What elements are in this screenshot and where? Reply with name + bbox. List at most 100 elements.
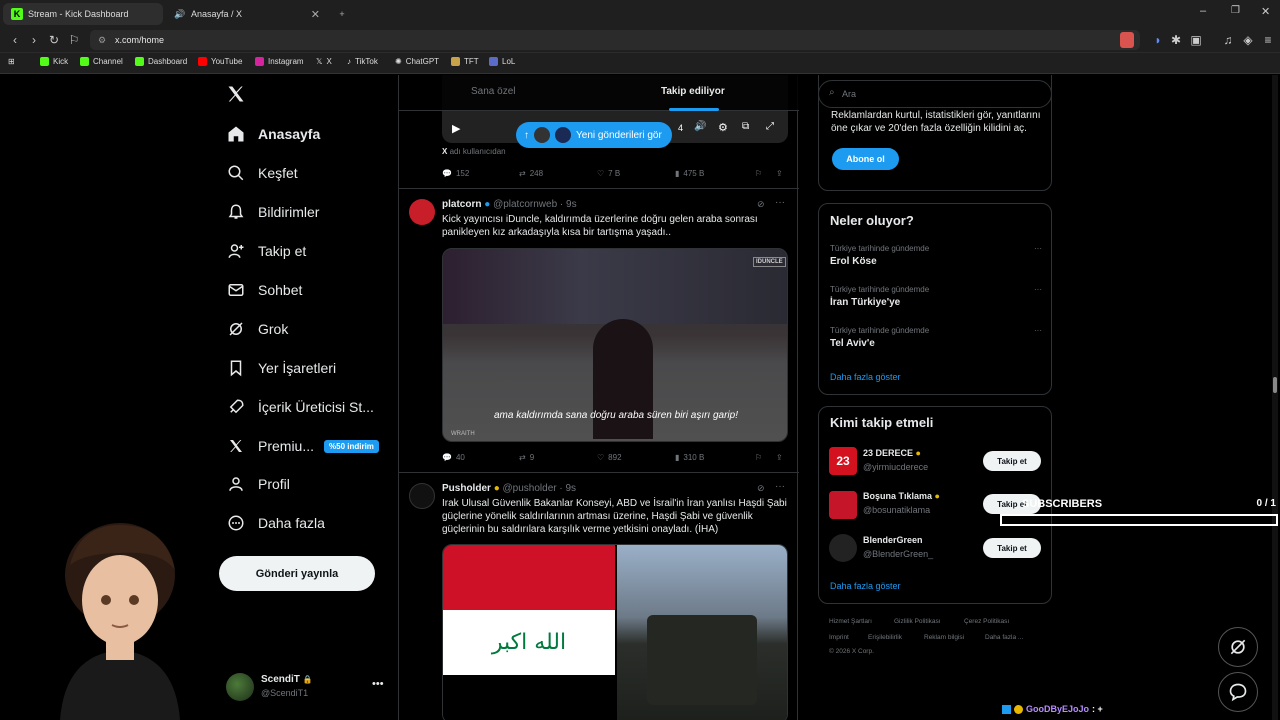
volume-icon[interactable]: 🔊 <box>694 121 706 132</box>
vpn-icon[interactable]: ◈ <box>1240 32 1256 48</box>
maximize-button[interactable]: ❐ <box>1231 5 1240 16</box>
subscribe-button[interactable]: Abone ol <box>832 148 899 170</box>
show-more-trends[interactable]: Daha fazla göster <box>830 372 901 382</box>
settings-icon[interactable]: ⚙ <box>718 121 728 134</box>
menu-icon[interactable]: ≡ <box>1260 32 1276 48</box>
tab-home-x[interactable]: 🔊 Anasayfa / X ✕ <box>166 3 328 25</box>
sidebar-item-notifications[interactable]: Bildirimler <box>226 198 319 226</box>
forward-icon[interactable]: › <box>26 32 42 48</box>
reply-button[interactable]: 💬 40 <box>442 453 465 462</box>
bookmark-lol[interactable]: LoL <box>489 57 515 66</box>
bookmark-instagram[interactable]: Instagram <box>255 57 304 66</box>
follow-button[interactable]: Takip et <box>983 538 1041 558</box>
views-button[interactable]: ▮ 310 B <box>675 453 704 462</box>
bookmark-page-icon[interactable]: ⚐ <box>66 32 82 48</box>
sidebar-item-more[interactable]: Daha fazla <box>226 509 325 537</box>
site-info-icon[interactable]: ⚙ <box>98 30 106 50</box>
apps-icon[interactable]: ⊞ <box>8 57 15 66</box>
bookmark-tft[interactable]: TFT <box>451 57 479 66</box>
bookmark-channel[interactable]: Channel <box>80 57 123 66</box>
follow-button[interactable]: Takip et <box>983 451 1041 471</box>
footer-link[interactable]: Gizlilik Politikası <box>894 618 941 625</box>
extensions-icon[interactable]: ✱ <box>1168 32 1184 48</box>
scrollbar[interactable] <box>1272 75 1278 720</box>
more-icon[interactable]: ··· <box>1034 326 1042 335</box>
bookmark-dashboard[interactable]: Dashboard <box>135 57 187 66</box>
more-icon[interactable]: ··· <box>1034 285 1042 294</box>
grok-icon[interactable]: ⊘ <box>757 199 765 210</box>
tweet-author[interactable]: Pusholder ● @pusholder · 9s <box>442 483 576 494</box>
window-close-button[interactable]: ✕ <box>1261 5 1270 18</box>
grok-floating-button[interactable] <box>1218 627 1258 667</box>
scrollbar-thumb[interactable] <box>1273 377 1277 393</box>
play-icon[interactable]: ▶ <box>452 122 460 135</box>
sidebar-item-premium[interactable]: Premiu... %50 indirim <box>226 432 379 460</box>
trend-item[interactable]: Türkiye tarihinde gündemde Tel Aviv'e ··… <box>830 326 1042 349</box>
new-posts-pill[interactable]: ↑ Yeni gönderileri gör <box>516 122 672 148</box>
like-button[interactable]: ♡ 7 B <box>597 169 620 178</box>
bookmark-button[interactable]: ⚐ <box>755 169 762 178</box>
brave-shield-icon[interactable] <box>1120 32 1134 48</box>
avatar[interactable] <box>409 483 435 509</box>
views-button[interactable]: ▮ 475 B <box>675 169 704 178</box>
minimize-button[interactable]: – <box>1200 5 1206 17</box>
search-box[interactable]: ⌕ Ara <box>818 80 1052 108</box>
more-icon[interactable]: ••• <box>372 678 384 690</box>
military-vehicle-image[interactable] <box>617 545 787 720</box>
bookmark-chatgpt[interactable]: ✺ ChatGPT <box>395 57 439 66</box>
tab-kick-dashboard[interactable]: K Stream - Kick Dashboard <box>3 3 163 25</box>
x-logo-icon[interactable] <box>226 84 248 106</box>
more-icon[interactable]: ··· <box>775 197 785 208</box>
bookmark-x[interactable]: 𝕏X <box>316 57 332 66</box>
tweet-platcorn[interactable]: platcorn ● @platcornweb · 9s ⊘ ··· Kick … <box>399 189 799 473</box>
iraq-flag-image[interactable]: الله اكبر <box>443 545 615 720</box>
footer-link[interactable]: Daha fazla ... <box>985 634 1023 641</box>
sidebar-item-follow[interactable]: Takip et <box>226 237 306 265</box>
bookmark-button[interactable]: ⚐ <box>755 453 762 462</box>
avatar[interactable]: 23 <box>829 447 857 475</box>
footer-link[interactable]: Imprint <box>829 634 849 641</box>
reply-button[interactable]: 💬 152 <box>442 169 469 178</box>
follow-suggestion-name[interactable]: BlenderGreen <box>863 535 923 545</box>
trend-item[interactable]: Türkiye tarihinde gündemde İran Türkiye'… <box>830 285 1042 308</box>
show-more-follow[interactable]: Daha fazla göster <box>830 581 901 591</box>
footer-link[interactable]: Çerez Politikası <box>964 618 1009 625</box>
sidebar-item-explore[interactable]: Keşfet <box>226 159 298 187</box>
avatar[interactable] <box>409 199 435 225</box>
tab-following[interactable]: Takip ediliyor <box>661 86 725 97</box>
sidebar-icon[interactable]: ▣ <box>1188 32 1204 48</box>
trend-item[interactable]: Türkiye tarihinde gündemde Erol Köse ··· <box>830 244 1042 267</box>
repost-button[interactable]: ⇄ 9 <box>519 453 534 462</box>
share-button[interactable]: ⇪ <box>776 169 783 178</box>
more-icon[interactable]: ··· <box>1034 244 1042 253</box>
follow-suggestion-name[interactable]: 23 DERECE ● <box>863 448 921 458</box>
sidebar-item-grok[interactable]: Grok <box>226 315 288 343</box>
new-tab-button[interactable]: + <box>333 3 351 25</box>
follow-suggestion-name[interactable]: Boşuna Tıklama ● <box>863 491 940 501</box>
share-button[interactable]: ⇪ <box>776 453 783 462</box>
tweet-author[interactable]: platcorn ● @platcornweb · 9s <box>442 199 577 210</box>
footer-link[interactable]: Hizmet Şartları <box>829 618 872 625</box>
sidebar-item-creator-studio[interactable]: İçerik Üreticisi St... <box>226 393 374 421</box>
avatar[interactable] <box>829 491 857 519</box>
bookmark-youtube[interactable]: YouTube <box>198 57 242 66</box>
tweet-video[interactable]: IDUNCLE ama kaldırımda sana doğru araba … <box>442 248 788 442</box>
repost-button[interactable]: ⇄ 248 <box>519 169 543 178</box>
messages-floating-button[interactable] <box>1218 672 1258 712</box>
more-icon[interactable]: ··· <box>775 481 785 492</box>
tweet-images[interactable]: الله اكبر <box>442 544 788 720</box>
sidebar-item-chat[interactable]: Sohbet <box>226 276 302 304</box>
media-icon[interactable]: ♫ <box>1220 32 1236 48</box>
reload-icon[interactable]: ↻ <box>46 32 62 48</box>
bookmark-kick[interactable]: Kick <box>40 57 68 66</box>
sidebar-item-profile[interactable]: Profil <box>226 470 290 498</box>
tweet-pusholder[interactable]: Pusholder ● @pusholder · 9s ⊘ ··· Irak U… <box>399 473 799 720</box>
footer-link[interactable]: Erişilebilirlik <box>868 634 902 641</box>
url-field[interactable]: ⚙ x.com/home <box>90 30 1140 50</box>
fullscreen-icon[interactable]: ⤢ <box>766 121 774 132</box>
back-icon[interactable]: ‹ <box>7 32 23 48</box>
bookmark-tiktok[interactable]: ♪ TikTok <box>347 57 378 66</box>
grok-icon[interactable]: ⊘ <box>757 483 765 494</box>
close-icon[interactable]: ✕ <box>311 8 320 21</box>
pip-icon[interactable]: ⧉ <box>742 121 749 132</box>
